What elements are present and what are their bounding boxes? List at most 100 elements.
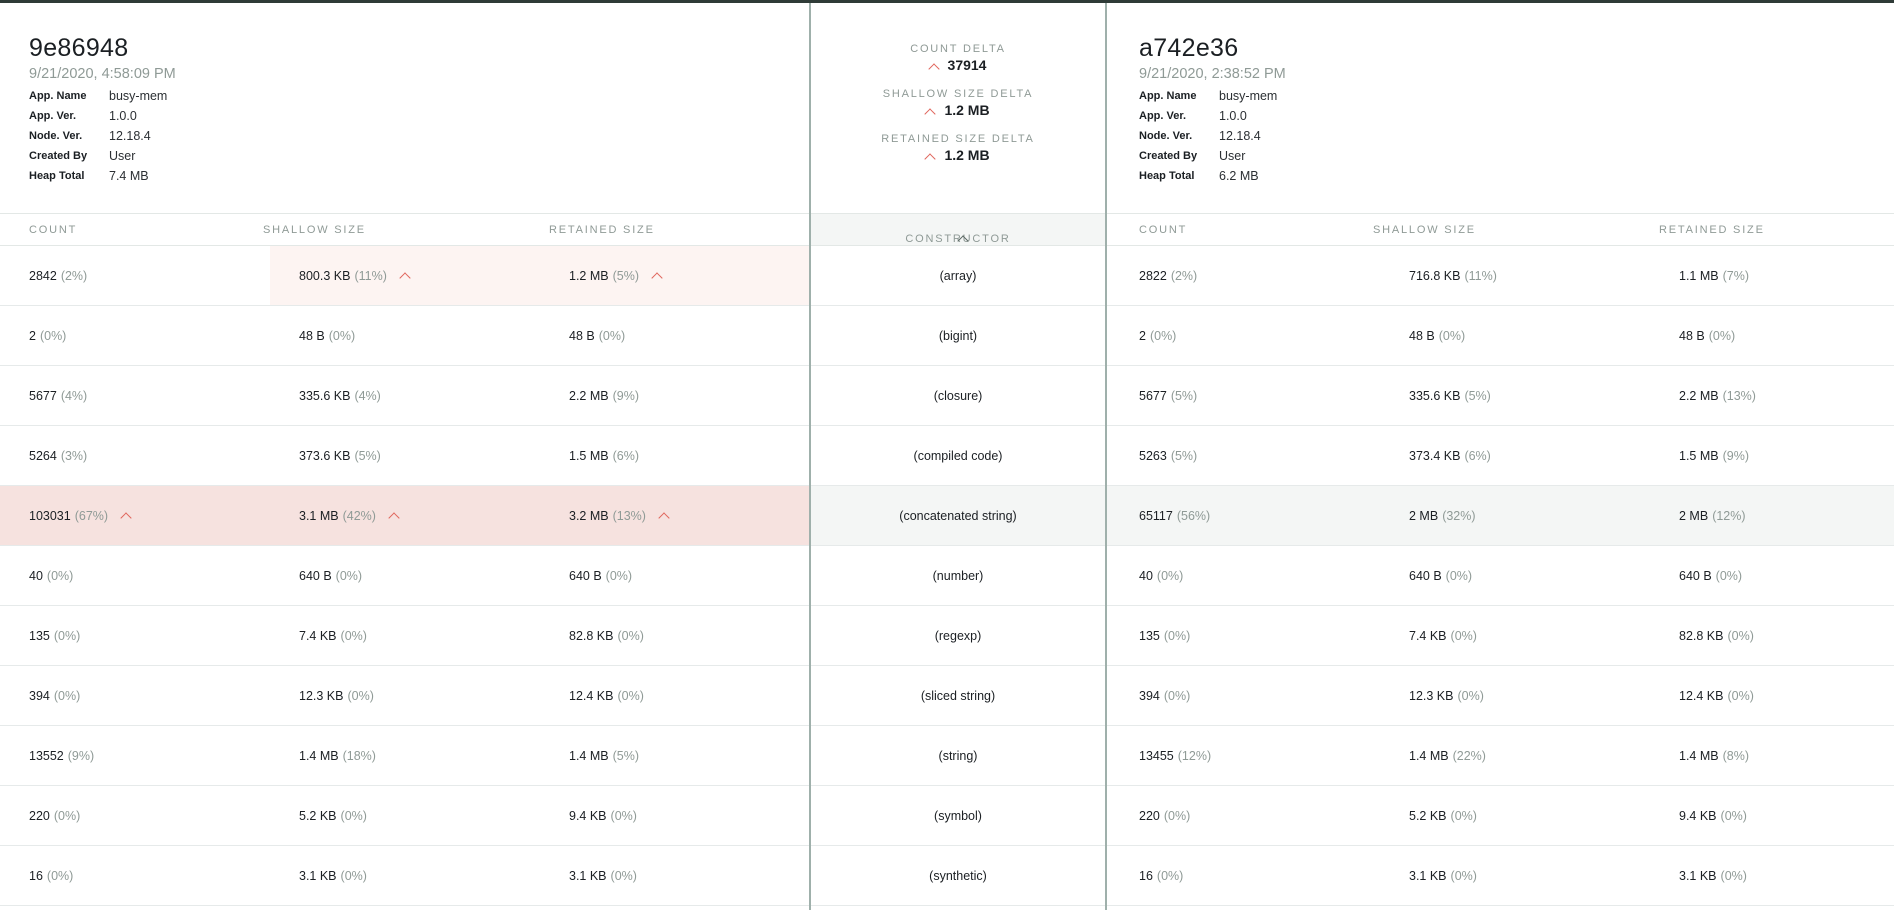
constructor-row[interactable]: (regexp)	[811, 606, 1105, 666]
shallow-value: 716.8 KB	[1409, 268, 1461, 283]
table-row[interactable]: 394 (0%) 12.3 KB (0%) 12.4 KB (0%)	[1107, 666, 1894, 726]
shallow-cell: 640 B (0%)	[1409, 546, 1472, 605]
count-percent: (4%)	[60, 388, 88, 403]
count-value: 5263	[1139, 448, 1167, 463]
table-row[interactable]: 16 (0%) 3.1 KB (0%) 3.1 KB (0%)	[0, 846, 809, 906]
retained-size-delta-label: RETAINED SIZE DELTA	[881, 133, 1035, 145]
column-header-shallow-size[interactable]: SHALLOW SIZE	[1373, 224, 1476, 236]
retained-value: 9.4 KB	[569, 808, 607, 823]
count-percent: (0%)	[46, 568, 74, 583]
column-header-retained-size[interactable]: RETAINED SIZE	[1659, 224, 1765, 236]
table-row[interactable]: 5263 (5%) 373.4 KB (6%) 1.5 MB (9%)	[1107, 426, 1894, 486]
count-percent: (0%)	[1163, 628, 1191, 643]
constructor-row[interactable]: (array)	[811, 246, 1105, 306]
increase-arrow-icon	[658, 511, 670, 524]
table-row[interactable]: 5677 (5%) 335.6 KB (5%) 2.2 MB (13%)	[1107, 366, 1894, 426]
shallow-value: 335.6 KB	[1409, 388, 1461, 403]
shallow-cell: 12.3 KB (0%)	[299, 666, 374, 725]
shallow-value: 3.1 MB	[299, 508, 339, 523]
constructor-row[interactable]: (string)	[811, 726, 1105, 786]
count-percent: (0%)	[1163, 808, 1191, 823]
retained-cell: 1.2 MB (5%)	[569, 246, 663, 305]
constructor-row[interactable]: (symbol)	[811, 786, 1105, 846]
constructor-name: (concatenated string)	[899, 508, 1017, 523]
column-header-count[interactable]: COUNT	[29, 224, 77, 236]
left-snapshot-panel: 9e86948 9/21/2020, 4:58:09 PM App. Name b…	[0, 3, 809, 910]
retained-cell: 1.1 MB (7%)	[1679, 246, 1749, 305]
shallow-value: 373.4 KB	[1409, 448, 1461, 463]
constructor-name: (number)	[932, 568, 984, 583]
retained-cell: 640 B (0%)	[569, 546, 632, 605]
count-value: 394	[29, 688, 50, 703]
constructor-row[interactable]: (concatenated string)	[811, 486, 1105, 546]
shallow-cell: 48 B (0%)	[1409, 306, 1465, 365]
shallow-cell: 1.4 MB (22%)	[1409, 726, 1486, 785]
shallow-percent: (0%)	[340, 868, 367, 883]
retained-cell: 2 MB (12%)	[1679, 486, 1746, 545]
count-value: 2822	[1139, 268, 1167, 283]
count-cell: 65117 (56%)	[1139, 486, 1210, 545]
table-row[interactable]: 394 (0%) 12.3 KB (0%) 12.4 KB (0%)	[0, 666, 809, 726]
table-row[interactable]: 2842 (2%) 800.3 KB (11%) 1.2 MB (5%)	[0, 246, 809, 306]
shallow-value: 800.3 KB	[299, 268, 351, 283]
column-header-shallow-size[interactable]: SHALLOW SIZE	[263, 224, 366, 236]
constructor-row[interactable]: (sliced string)	[811, 666, 1105, 726]
shallow-percent: (6%)	[1464, 448, 1491, 463]
shallow-percent: (18%)	[342, 748, 376, 763]
table-row[interactable]: 5264 (3%) 373.6 KB (5%) 1.5 MB (6%)	[0, 426, 809, 486]
shallow-percent: (0%)	[1450, 808, 1477, 823]
table-row[interactable]: 16 (0%) 3.1 KB (0%) 3.1 KB (0%)	[1107, 846, 1894, 906]
count-cell: 2 (0%)	[29, 306, 66, 365]
retained-value: 82.8 KB	[1679, 628, 1724, 643]
count-cell: 394 (0%)	[1139, 666, 1190, 725]
retained-percent: (0%)	[605, 568, 633, 583]
table-row[interactable]: 5677 (4%) 335.6 KB (4%) 2.2 MB (9%)	[0, 366, 809, 426]
table-row[interactable]: 220 (0%) 5.2 KB (0%) 9.4 KB (0%)	[1107, 786, 1894, 846]
shallow-value: 373.6 KB	[299, 448, 351, 463]
increase-arrow-icon	[924, 108, 937, 120]
count-percent: (5%)	[1170, 388, 1198, 403]
shallow-cell: 7.4 KB (0%)	[1409, 606, 1477, 665]
retained-value: 48 B	[1679, 328, 1705, 343]
constructor-row[interactable]: (bigint)	[811, 306, 1105, 366]
table-row[interactable]: 135 (0%) 7.4 KB (0%) 82.8 KB (0%)	[1107, 606, 1894, 666]
count-cell: 16 (0%)	[29, 846, 73, 905]
retained-value: 2.2 MB	[569, 388, 609, 403]
meta-row: Created By User	[29, 146, 167, 166]
table-row[interactable]: 2 (0%) 48 B (0%) 48 B (0%)	[1107, 306, 1894, 366]
retained-percent: (12%)	[1712, 508, 1746, 523]
shallow-percent: (0%)	[1445, 568, 1473, 583]
constructor-row[interactable]: (number)	[811, 546, 1105, 606]
column-header-retained-size[interactable]: RETAINED SIZE	[549, 224, 655, 236]
table-row[interactable]: 40 (0%) 640 B (0%) 640 B (0%)	[1107, 546, 1894, 606]
count-percent: (0%)	[1156, 568, 1184, 583]
constructor-row[interactable]: (synthetic)	[811, 846, 1105, 906]
retained-percent: (0%)	[1715, 568, 1743, 583]
increase-arrow-icon	[927, 63, 940, 75]
count-cell: 2822 (2%)	[1139, 246, 1197, 305]
table-row[interactable]: 103031 (67%) 3.1 MB (42%) 3.2 MB (13%)	[0, 486, 809, 546]
meta-key: Heap Total	[1139, 170, 1195, 182]
column-header-count[interactable]: COUNT	[1139, 224, 1187, 236]
table-row[interactable]: 2 (0%) 48 B (0%) 48 B (0%)	[0, 306, 809, 366]
table-row[interactable]: 65117 (56%) 2 MB (32%) 2 MB (12%)	[1107, 486, 1894, 546]
table-row[interactable]: 220 (0%) 5.2 KB (0%) 9.4 KB (0%)	[0, 786, 809, 846]
constructor-rows: (array) (bigint) (closure) (compiled code) (…	[811, 246, 1105, 906]
table-row[interactable]: 13455 (12%) 1.4 MB (22%) 1.4 MB (8%)	[1107, 726, 1894, 786]
table-row[interactable]: 40 (0%) 640 B (0%) 640 B (0%)	[0, 546, 809, 606]
retained-value: 1.2 MB	[569, 268, 609, 283]
table-row[interactable]: 135 (0%) 7.4 KB (0%) 82.8 KB (0%)	[0, 606, 809, 666]
table-row[interactable]: 2822 (2%) 716.8 KB (11%) 1.1 MB (7%)	[1107, 246, 1894, 306]
constructor-row[interactable]: (closure)	[811, 366, 1105, 426]
meta-key: Node. Ver.	[29, 130, 83, 142]
shallow-value: 48 B	[1409, 328, 1435, 343]
count-cell: 40 (0%)	[29, 546, 73, 605]
retained-cell: 3.2 MB (13%)	[569, 486, 670, 545]
retained-value: 3.1 KB	[569, 868, 607, 883]
constructor-column-header[interactable]: CONSTRUCTOR	[811, 214, 1105, 247]
retained-percent: (5%)	[612, 268, 640, 283]
table-row[interactable]: 13552 (9%) 1.4 MB (18%) 1.4 MB (5%)	[0, 726, 809, 786]
meta-key: Node. Ver.	[1139, 130, 1193, 142]
constructor-row[interactable]: (compiled code)	[811, 426, 1105, 486]
meta-value: 7.4 MB	[109, 169, 149, 183]
